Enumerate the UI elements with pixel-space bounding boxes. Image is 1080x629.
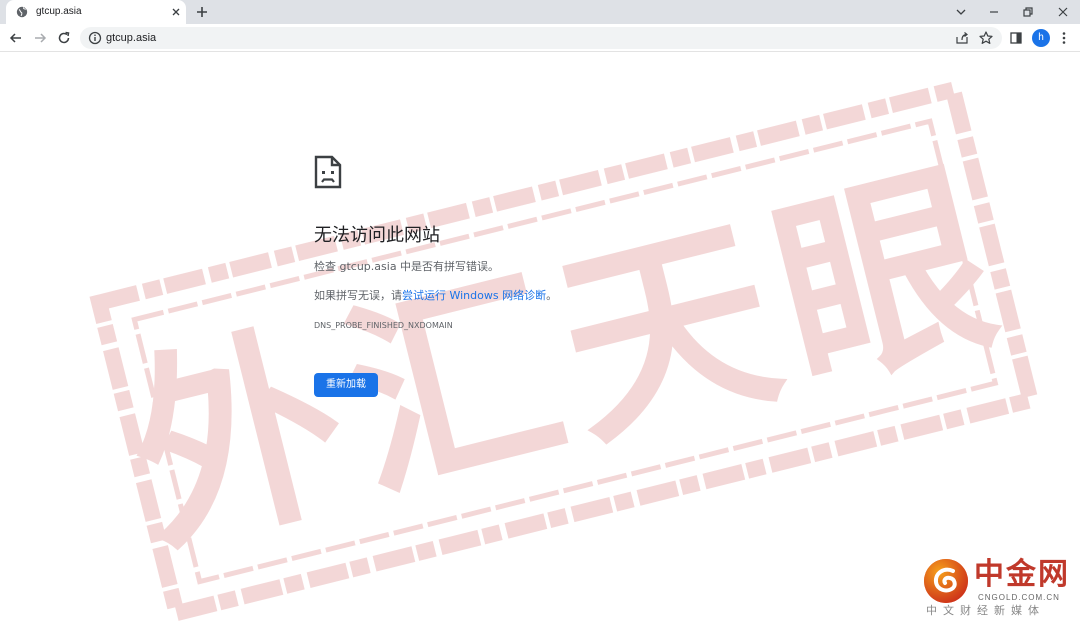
watermark-text: 外汇天眼 — [106, 132, 1027, 585]
network-diagnostics-link[interactable]: 尝试运行 Windows 网络诊断 — [402, 289, 546, 302]
logo-domain: CNGOLD.COM.CN — [978, 593, 1060, 602]
url-text[interactable]: gtcup.asia — [106, 30, 156, 46]
logo-tagline: 中文财经新媒体 — [926, 604, 1045, 617]
share-icon[interactable] — [954, 30, 970, 46]
error-code: DNS_PROBE_FINISHED_NXDOMAIN — [314, 321, 453, 330]
diagnostics-prefix: 如果拼写无误，请 — [314, 289, 402, 302]
tab-title: gtcup.asia — [36, 6, 82, 17]
error-suggestion-spelling: 检查 gtcup.asia 中是否有拼写错误。 — [314, 260, 500, 273]
kebab-menu-icon[interactable] — [1056, 30, 1072, 46]
diagnostics-suffix: 。 — [546, 289, 558, 302]
watermark-stamp: 外汇天眼 — [89, 80, 1041, 623]
back-icon[interactable] — [8, 30, 24, 46]
bookmark-star-icon[interactable] — [978, 30, 994, 46]
error-heading: 无法访问此网站 — [314, 225, 440, 246]
error-suggestion-diagnostics: 如果拼写无误，请尝试运行 Windows 网络诊断。 — [314, 288, 557, 304]
info-icon[interactable] — [88, 31, 102, 45]
browser-toolbar: gtcup.asia h — [0, 24, 1080, 52]
globe-icon — [16, 6, 28, 18]
forward-icon[interactable] — [32, 30, 48, 46]
close-tab-icon[interactable] — [169, 5, 183, 19]
sad-page-icon — [314, 155, 342, 189]
logo-name: 中金网 — [974, 557, 1070, 592]
new-tab-icon[interactable] — [194, 4, 210, 20]
reload-button[interactable]: 重新加载 — [314, 373, 378, 397]
side-panel-icon[interactable] — [1008, 30, 1024, 46]
close-window-icon[interactable] — [1055, 4, 1071, 20]
logo-mark-icon — [924, 559, 968, 603]
address-bar[interactable]: gtcup.asia — [80, 27, 1002, 49]
cngold-logo: 中金网 CNGOLD.COM.CN 中文财经新媒体 — [918, 555, 1078, 625]
tab-strip: gtcup.asia — [0, 0, 1080, 24]
reload-icon[interactable] — [56, 30, 72, 46]
chevron-down-icon[interactable] — [953, 4, 969, 20]
profile-avatar[interactable]: h — [1032, 29, 1050, 47]
browser-tab[interactable]: gtcup.asia — [6, 0, 186, 24]
restore-icon[interactable] — [1020, 4, 1036, 20]
minimize-icon[interactable] — [986, 4, 1002, 20]
